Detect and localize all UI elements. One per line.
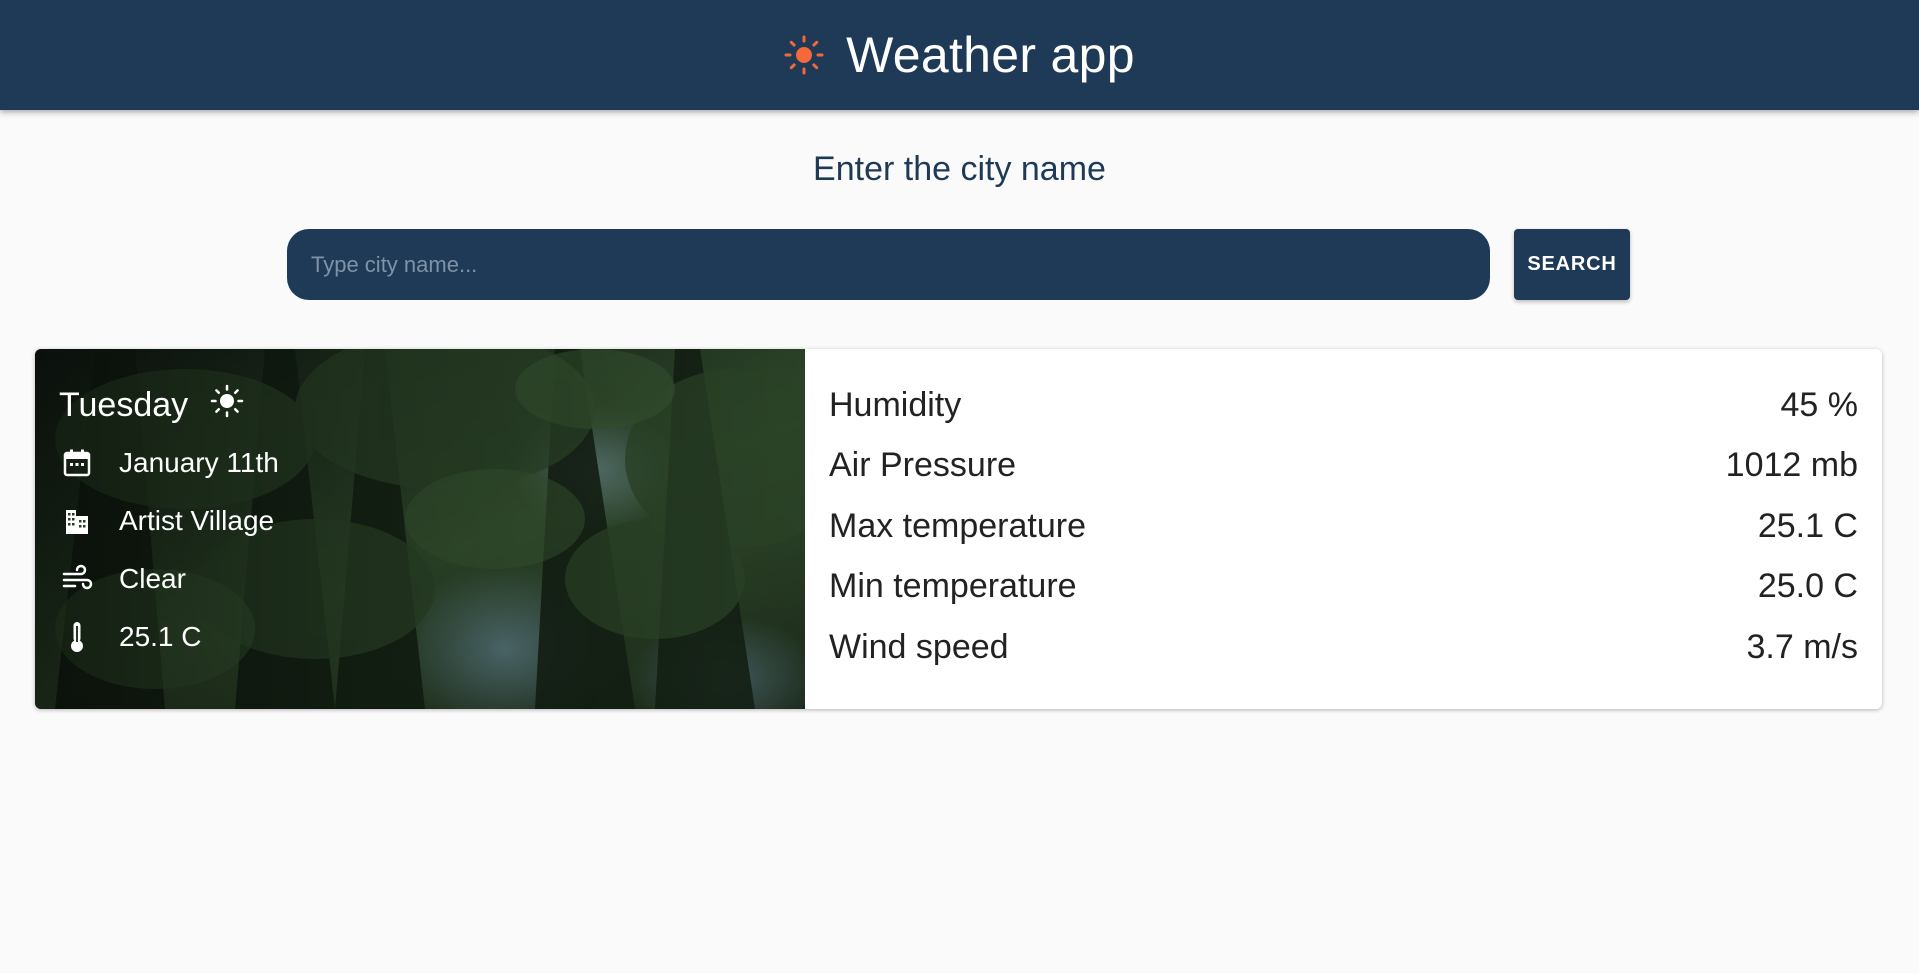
stat-label: Max temperature: [829, 506, 1086, 545]
stat-value: 1012 mb: [1725, 446, 1858, 485]
wind-icon: [59, 561, 95, 597]
stat-label: Air Pressure: [829, 446, 1017, 485]
stat-wind-speed: Wind speed 3.7 m/s: [829, 617, 1858, 678]
city-search-input[interactable]: [287, 229, 1490, 300]
day-label: Tuesday: [59, 385, 189, 424]
app-header: Weather app: [0, 0, 1919, 110]
forecast-day: Tuesday: [59, 383, 279, 427]
weather-stats: Humidity 45 % Air Pressure 1012 mb Max t…: [805, 349, 1882, 709]
forecast-condition: Clear: [59, 557, 279, 601]
stat-air-pressure: Air Pressure 1012 mb: [829, 436, 1858, 497]
stat-label: Humidity: [829, 385, 962, 424]
stat-value: 45 %: [1780, 385, 1859, 424]
search-button[interactable]: SEARCH: [1514, 229, 1630, 300]
search-prompt: Enter the city name: [813, 150, 1106, 188]
weather-card: Tuesday January 11th Artist Village Clea…: [35, 349, 1882, 709]
sun-icon: [784, 35, 824, 75]
forecast-panel: Tuesday January 11th Artist Village Clea…: [35, 349, 805, 709]
calendar-icon: [59, 445, 95, 481]
stat-label: Min temperature: [829, 567, 1077, 606]
stat-min-temperature: Min temperature 25.0 C: [829, 557, 1858, 618]
stat-max-temperature: Max temperature 25.1 C: [829, 496, 1858, 557]
thermometer-icon: [59, 619, 95, 655]
stat-value: 25.1 C: [1757, 506, 1858, 545]
temperature-label: 25.1 C: [119, 621, 202, 652]
stat-value: 25.0 C: [1757, 567, 1858, 606]
forecast-date: January 11th: [59, 441, 279, 485]
city-buildings-icon: [59, 503, 95, 539]
condition-label: Clear: [119, 563, 186, 594]
date-label: January 11th: [119, 447, 279, 478]
forecast-summary: Tuesday January 11th Artist Village Clea…: [59, 383, 279, 673]
stat-humidity: Humidity 45 %: [829, 375, 1858, 436]
sun-icon: [210, 384, 244, 427]
forecast-city: Artist Village: [59, 499, 279, 543]
stat-value: 3.7 m/s: [1746, 627, 1858, 666]
forecast-temperature: 25.1 C: [59, 615, 279, 659]
app-title: Weather app: [846, 27, 1135, 83]
city-label: Artist Village: [119, 505, 275, 536]
stat-label: Wind speed: [829, 627, 1009, 666]
app-brand: Weather app: [784, 26, 1135, 84]
